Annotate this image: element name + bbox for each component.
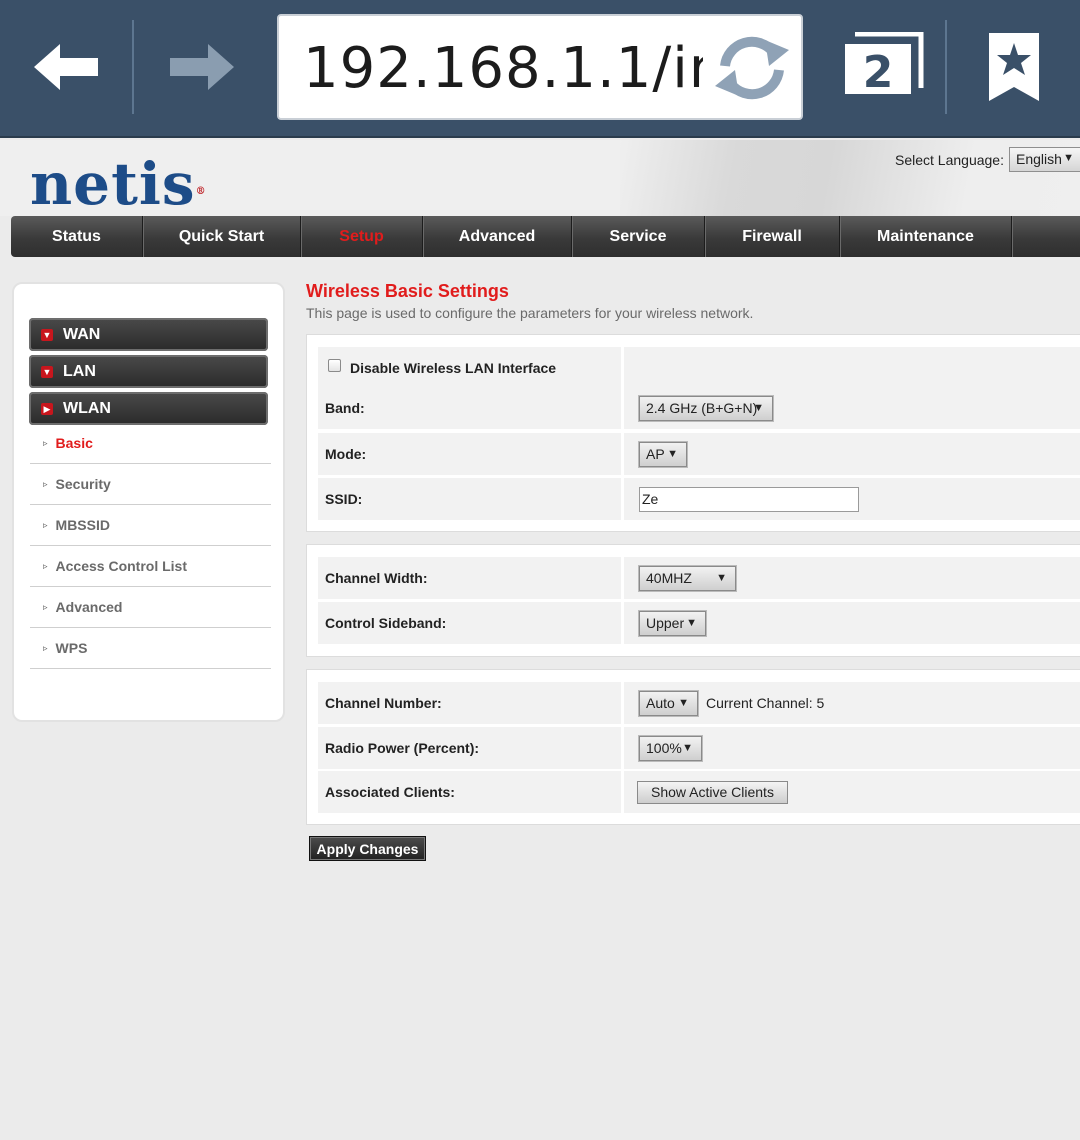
channel-panel: Channel Number: Auto ▼ Current Channel: 5… bbox=[306, 669, 1080, 825]
sidebar-item-access-control-list[interactable]: ▹ Access Control List bbox=[30, 546, 271, 587]
tab-count: 2 bbox=[863, 47, 894, 98]
bullet-arrow-icon: ▹ bbox=[43, 601, 48, 612]
sidebar-group-wlan[interactable]: ▶ WLAN bbox=[29, 392, 268, 425]
bullet-arrow-icon: ▹ bbox=[43, 519, 48, 530]
mode-row: Mode: AP ▼ bbox=[318, 433, 1080, 475]
dropdown-arrow-icon: ▼ bbox=[1063, 152, 1074, 164]
chevron-right-icon: ▶ bbox=[41, 402, 53, 415]
nav-quick-start[interactable]: Quick Start bbox=[143, 216, 301, 257]
language-label: Select Language: bbox=[895, 152, 1004, 168]
dropdown-arrow-icon: ▼ bbox=[678, 696, 689, 709]
chevron-down-icon: ▼ bbox=[41, 328, 53, 341]
sidebar-group-lan[interactable]: ▼ LAN bbox=[29, 355, 268, 388]
dropdown-arrow-icon: ▼ bbox=[667, 447, 678, 460]
radio-power-row: Radio Power (Percent): 100% ▼ bbox=[318, 727, 1080, 769]
nav-setup[interactable]: Setup bbox=[301, 216, 423, 257]
nav-maintenance[interactable]: Maintenance bbox=[840, 216, 1012, 257]
sidebar: ▼ WAN ▼ LAN ▶ WLAN ▹ Basic ▹ Security ▹ … bbox=[12, 282, 285, 722]
radio-power-select[interactable]: 100% ▼ bbox=[639, 735, 702, 761]
disable-wlan-row: Disable Wireless LAN Interface bbox=[318, 347, 1080, 389]
band-label: Band: bbox=[318, 387, 624, 429]
ssid-label: SSID: bbox=[318, 478, 624, 520]
chevron-down-icon: ▼ bbox=[41, 365, 53, 378]
dropdown-arrow-icon: ▼ bbox=[686, 616, 697, 629]
sidebar-group-wan[interactable]: ▼ WAN bbox=[29, 318, 268, 351]
ssid-row: SSID: Ze bbox=[318, 478, 1080, 520]
netis-logo: netis® bbox=[30, 150, 207, 218]
back-button[interactable] bbox=[22, 18, 112, 116]
ssid-input[interactable]: Ze bbox=[639, 486, 859, 512]
channel-number-label: Channel Number: bbox=[318, 682, 624, 724]
bullet-arrow-icon: ▹ bbox=[43, 478, 48, 489]
channel-width-select[interactable]: 40MHZ ▼ bbox=[639, 565, 736, 591]
nav-status[interactable]: Status bbox=[11, 216, 143, 257]
band-select[interactable]: 2.4 GHz (B+G+N) ▼ bbox=[639, 395, 773, 421]
back-arrow-icon bbox=[34, 44, 98, 90]
current-channel-text: Current Channel: 5 bbox=[706, 695, 825, 711]
page-title: Wireless Basic Settings bbox=[306, 281, 509, 301]
dropdown-arrow-icon: ▼ bbox=[716, 571, 727, 584]
control-sideband-label: Control Sideband: bbox=[318, 602, 624, 644]
browser-toolbar: 192.168.1.1/index 2 bbox=[0, 0, 1080, 138]
main-nav: Status Quick Start Setup Advanced Servic… bbox=[11, 216, 1080, 257]
channel-number-row: Channel Number: Auto ▼ Current Channel: 5 bbox=[318, 682, 1080, 724]
nav-firewall[interactable]: Firewall bbox=[705, 216, 840, 257]
url-text: 192.168.1.1/index bbox=[303, 38, 703, 100]
mode-label: Mode: bbox=[318, 433, 624, 475]
control-sideband-select[interactable]: Upper ▼ bbox=[639, 610, 706, 636]
bullet-arrow-icon: ▹ bbox=[43, 642, 48, 653]
bullet-arrow-icon: ▹ bbox=[43, 437, 48, 448]
tabs-icon: 2 bbox=[845, 32, 924, 98]
bullet-arrow-icon: ▹ bbox=[43, 560, 48, 571]
page-description: This page is used to configure the param… bbox=[306, 305, 754, 321]
sidebar-item-advanced[interactable]: ▹ Advanced bbox=[30, 587, 271, 628]
bookmarks-button[interactable] bbox=[974, 18, 1054, 116]
radio-power-label: Radio Power (Percent): bbox=[318, 727, 624, 769]
mode-select[interactable]: AP ▼ bbox=[639, 441, 687, 467]
disable-wlan-label: Disable Wireless LAN Interface bbox=[350, 360, 557, 376]
dropdown-arrow-icon: ▼ bbox=[753, 401, 764, 414]
dropdown-arrow-icon: ▼ bbox=[682, 741, 693, 754]
sidebar-item-wps[interactable]: ▹ WPS bbox=[30, 628, 271, 669]
reload-button[interactable] bbox=[709, 32, 795, 104]
reload-icon bbox=[715, 36, 789, 100]
forward-button[interactable] bbox=[156, 18, 246, 116]
sidebar-item-basic[interactable]: ▹ Basic bbox=[30, 423, 271, 464]
channel-width-label: Channel Width: bbox=[318, 557, 624, 599]
language-select[interactable]: English ▼ bbox=[1009, 147, 1080, 172]
channel-width-row: Channel Width: 40MHZ ▼ bbox=[318, 557, 1080, 599]
associated-clients-row: Associated Clients: Show Active Clients bbox=[318, 771, 1080, 813]
forward-arrow-icon bbox=[170, 44, 234, 90]
associated-clients-label: Associated Clients: bbox=[318, 771, 624, 813]
control-sideband-row: Control Sideband: Upper ▼ bbox=[318, 602, 1080, 644]
sidebar-item-mbssid[interactable]: ▹ MBSSID bbox=[30, 505, 271, 546]
nav-service[interactable]: Service bbox=[572, 216, 705, 257]
tabs-button[interactable]: 2 bbox=[836, 18, 932, 116]
apply-changes-button[interactable]: Apply Changes bbox=[309, 836, 426, 861]
show-active-clients-button[interactable]: Show Active Clients bbox=[637, 780, 788, 804]
basic-settings-panel: Disable Wireless LAN Interface Band: 2.4… bbox=[306, 334, 1080, 532]
language-value: English bbox=[1016, 151, 1062, 167]
sidebar-item-security[interactable]: ▹ Security bbox=[30, 464, 271, 505]
nav-advanced[interactable]: Advanced bbox=[423, 216, 572, 257]
bookmark-star-icon bbox=[989, 33, 1039, 101]
address-bar[interactable]: 192.168.1.1/index bbox=[277, 14, 803, 120]
band-row: Band: 2.4 GHz (B+G+N) ▼ bbox=[318, 387, 1080, 429]
channel-number-select[interactable]: Auto ▼ bbox=[639, 690, 698, 716]
disable-wlan-checkbox[interactable] bbox=[328, 358, 341, 372]
channel-width-panel: Channel Width: 40MHZ ▼ Control Sideband: … bbox=[306, 544, 1080, 657]
